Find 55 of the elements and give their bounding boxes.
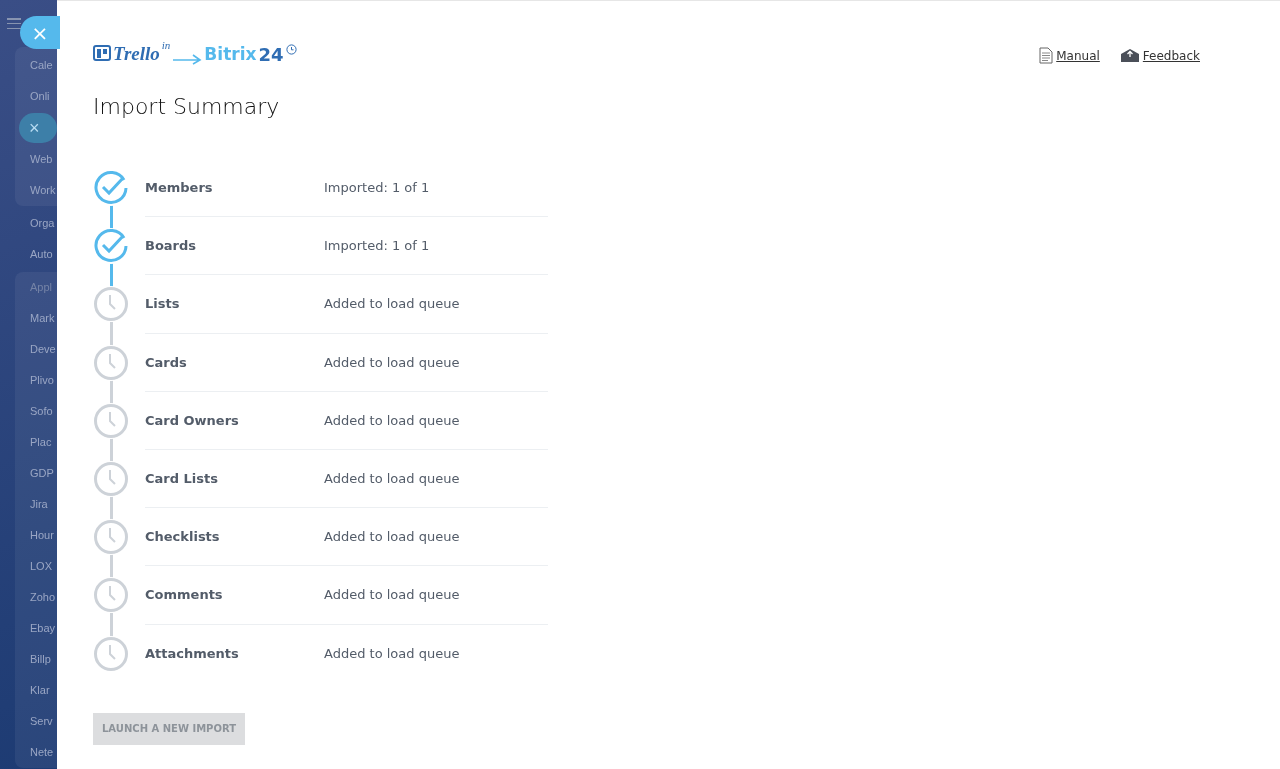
menu-icon[interactable] [7, 18, 21, 29]
step-status: Imported: 1 of 1 [324, 180, 430, 196]
board-icon [93, 45, 111, 61]
step-name: Comments [145, 587, 224, 603]
step-status: Added to load queue [324, 529, 460, 545]
sidebar-item[interactable]: Plac [30, 427, 57, 458]
page-title: Import Summary [93, 94, 281, 119]
step-status: Added to load queue [324, 296, 460, 312]
sidebar-item[interactable]: Cale [30, 50, 57, 81]
step-name: Cards [145, 354, 188, 370]
sidebar-item[interactable]: Klar [30, 675, 57, 706]
document-icon [1039, 47, 1054, 64]
step-name: Card Lists [145, 471, 219, 487]
step-status: Imported: 1 of 1 [324, 238, 430, 254]
sidebar-item[interactable]: Zoho [30, 582, 57, 613]
sidebar-item[interactable]: Onli [30, 81, 57, 112]
step-status: Added to load queue [324, 646, 460, 662]
sidebar-item[interactable]: Ebay [30, 613, 57, 644]
step-status: Added to load queue [324, 354, 460, 370]
sidebar-item[interactable]: Jira [30, 489, 57, 520]
sidebar-item[interactable]: Hour [30, 520, 57, 551]
sidebar-item[interactable]: Auto [30, 239, 57, 270]
sidebar-item[interactable]: Billp [30, 644, 57, 675]
step-name: Members [145, 180, 214, 196]
close-button[interactable]: × [20, 16, 60, 49]
step-status: Added to load queue [324, 412, 460, 428]
step-name: Boards [145, 238, 198, 254]
sidebar-item[interactable]: Nete [30, 737, 57, 768]
sidebar-item[interactable]: Plivo [30, 365, 57, 396]
sidebar-item[interactable]: Serv [30, 706, 57, 737]
sidebar-item[interactable]: Orga [30, 208, 57, 239]
sidebar-item[interactable]: GDP [30, 458, 57, 489]
sidebar-item[interactable]: LOX [30, 551, 57, 582]
step-name: Card Owners [145, 412, 240, 428]
step-status: Added to load queue [324, 471, 460, 487]
sidebar-item[interactable]: Sofo [30, 396, 57, 427]
step-name: Lists [145, 296, 181, 312]
logo-text: in [161, 39, 171, 51]
step-name: Checklists [145, 529, 221, 545]
sidebar-section-header: Appl [30, 280, 54, 295]
step-name: Attachments [145, 646, 240, 662]
logo-text: 24 [258, 44, 284, 65]
logo-text: Bitrix [204, 44, 257, 64]
clock-icon [285, 44, 297, 55]
arrow-icon [172, 53, 203, 65]
feedback-link[interactable]: Feedback [1119, 47, 1200, 64]
step-status: Added to load queue [324, 587, 460, 603]
sidebar-item[interactable]: Web [30, 144, 57, 175]
manual-link[interactable]: Manual [1039, 47, 1100, 64]
logo-text: Trello [113, 43, 160, 65]
sidebar-item[interactable]: Work [30, 175, 57, 206]
sidebar-item[interactable]: Deve [30, 334, 57, 365]
sidebar-item[interactable]: Mark [30, 303, 57, 334]
envelope-icon [1119, 48, 1140, 63]
close-icon: × [29, 118, 40, 138]
